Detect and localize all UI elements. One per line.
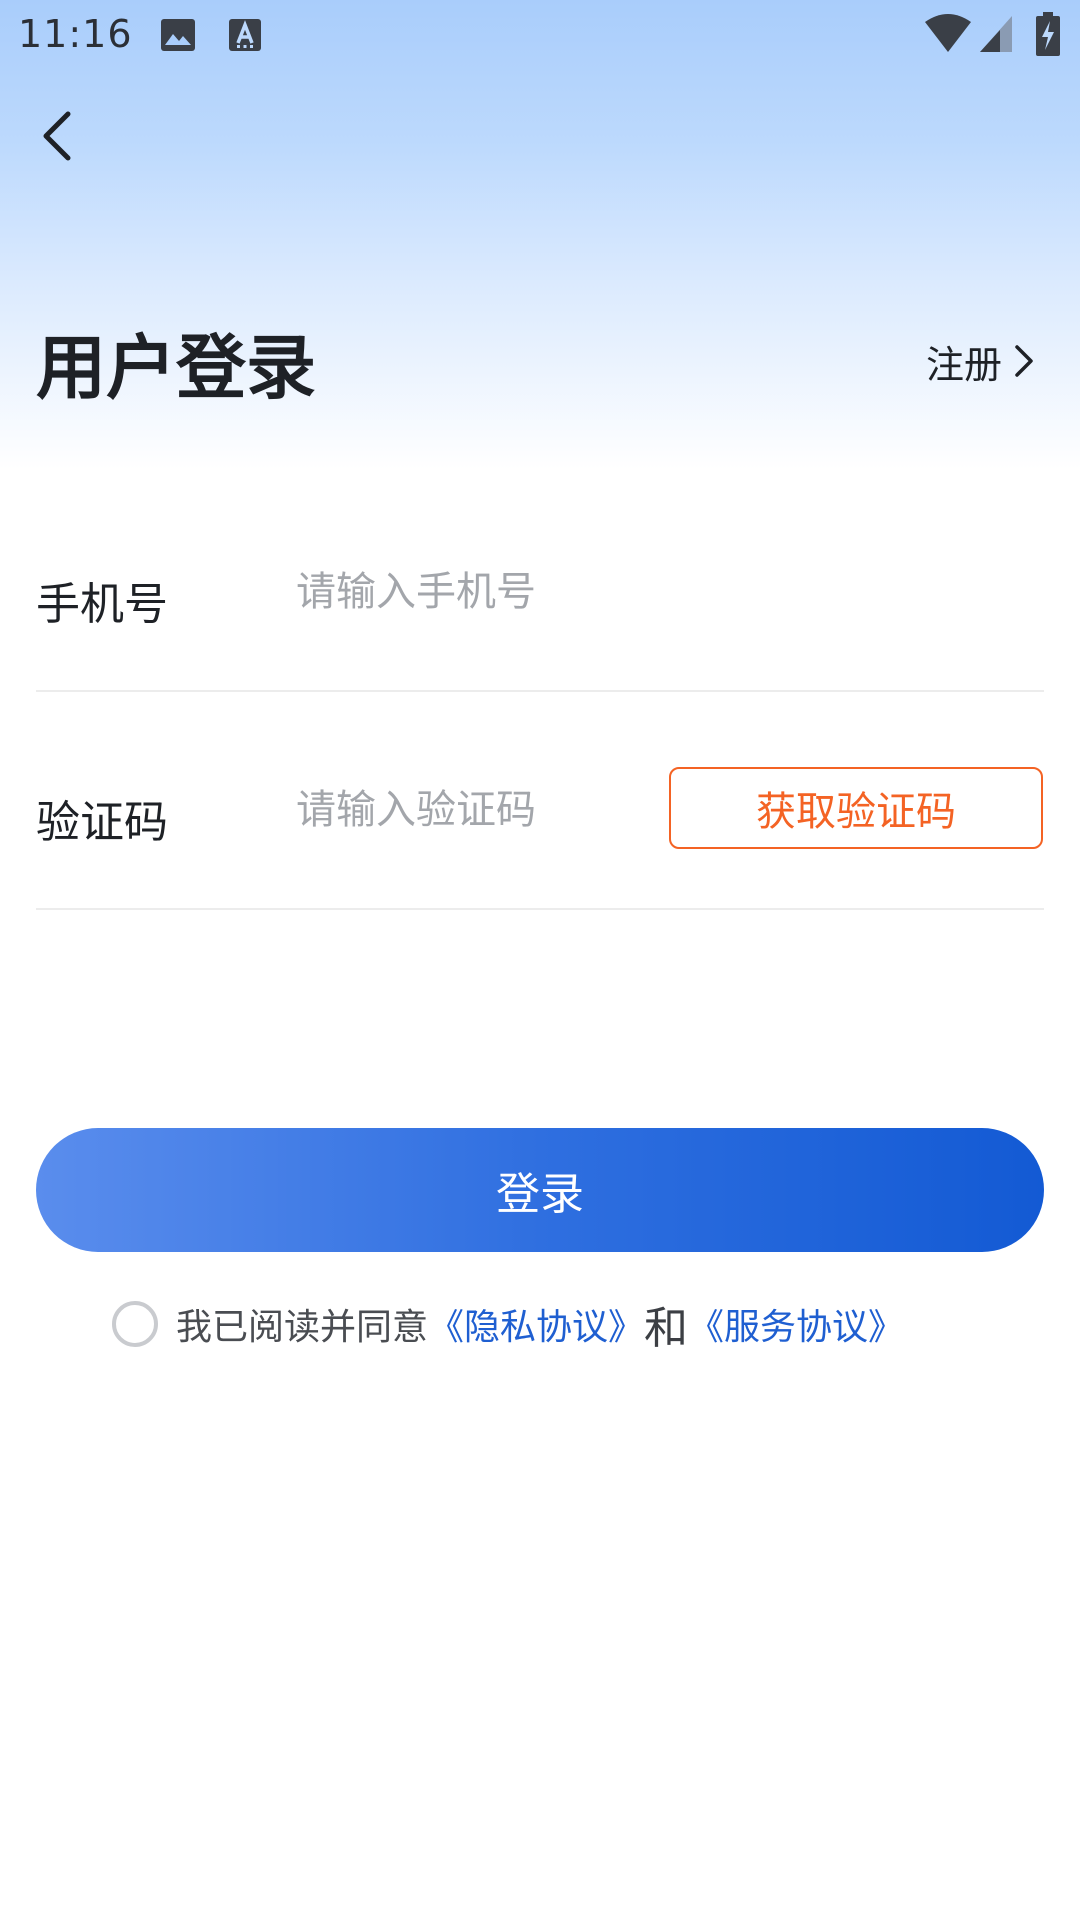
status-bar: 11:16 bbox=[0, 0, 1080, 72]
page-title: 用户登录 bbox=[36, 327, 316, 409]
font-icon bbox=[228, 18, 262, 56]
battery-charging-icon bbox=[1036, 12, 1060, 60]
service-link[interactable]: 《服务协议》 bbox=[688, 1298, 904, 1350]
status-time: 11:16 bbox=[18, 12, 133, 56]
code-label: 验证码 bbox=[36, 797, 168, 848]
chevron-left-icon bbox=[43, 111, 71, 161]
chevron-right-icon bbox=[1015, 345, 1033, 377]
wifi-icon bbox=[924, 14, 972, 58]
code-input[interactable] bbox=[296, 780, 676, 840]
phone-input[interactable] bbox=[296, 562, 676, 622]
phone-label: 手机号 bbox=[36, 579, 168, 630]
login-button[interactable]: 登录 bbox=[36, 1128, 1044, 1252]
image-icon bbox=[160, 18, 196, 56]
agreement-prefix: 我已阅读并同意 bbox=[176, 1307, 429, 1348]
back-button[interactable] bbox=[32, 100, 92, 170]
agreement-and: 和 bbox=[644, 1303, 689, 1354]
phone-divider bbox=[36, 690, 1044, 692]
agreement-row: 我已阅读并同意 《隐私协议》 和 《服务协议》 bbox=[112, 1296, 904, 1354]
privacy-link[interactable]: 《隐私协议》 bbox=[428, 1298, 644, 1350]
register-label: 注册 bbox=[925, 342, 1002, 387]
get-code-button[interactable]: 获取验证码 bbox=[669, 767, 1043, 849]
code-divider bbox=[36, 908, 1044, 910]
phone-row: 手机号 bbox=[36, 556, 1044, 666]
register-link[interactable]: 注册 bbox=[925, 336, 1036, 387]
signal-icon bbox=[978, 14, 1014, 58]
agreement-checkbox[interactable] bbox=[112, 1301, 158, 1347]
